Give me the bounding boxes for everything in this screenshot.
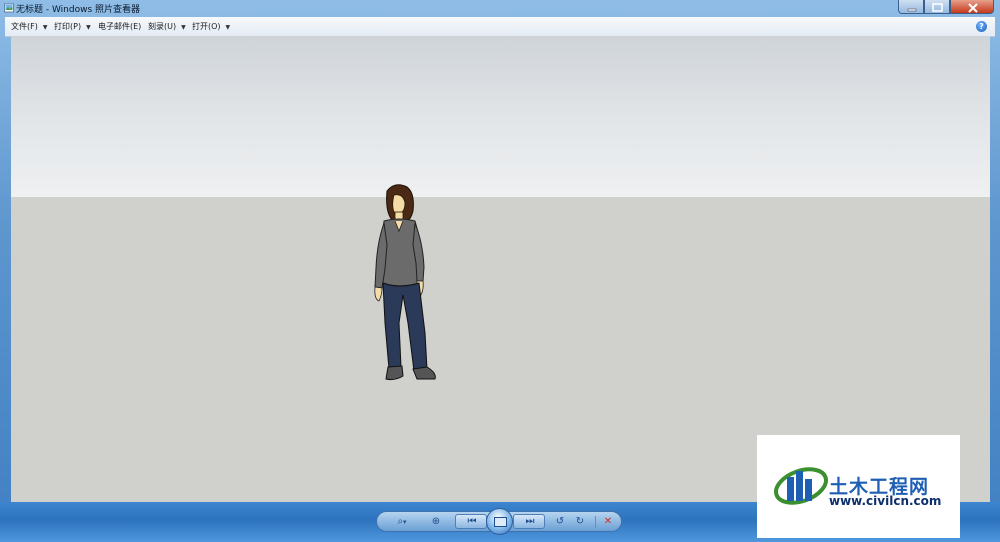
person-figure-image bbox=[374, 184, 436, 381]
menu-burn[interactable]: 刻录(U) ▼ bbox=[148, 21, 186, 32]
rotate-counterclockwise-button[interactable]: ↺ bbox=[551, 515, 569, 529]
delete-button[interactable]: ✕ bbox=[599, 515, 617, 529]
next-button[interactable]: ⏭ bbox=[513, 514, 545, 529]
rotate-ccw-icon: ↺ bbox=[555, 516, 565, 527]
previous-button[interactable]: ⏮ bbox=[455, 514, 487, 529]
control-divider bbox=[595, 516, 596, 528]
photo-viewer-window: 无标题 - Windows 照片查看器 文件(F) ▼ 打印(P) ▼ 电子邮件(E… bbox=[0, 0, 1000, 542]
title-bar[interactable]: 无标题 - Windows 照片查看器 bbox=[0, 0, 1000, 17]
menu-file[interactable]: 文件(F) ▼ bbox=[11, 21, 47, 32]
previous-icon: ⏮ bbox=[467, 516, 477, 527]
minimize-icon bbox=[907, 8, 917, 12]
next-icon: ⏭ bbox=[525, 516, 535, 527]
zoom-button[interactable]: ⌕▾ bbox=[391, 515, 413, 529]
menu-open[interactable]: 打开(O) ▼ bbox=[192, 21, 230, 32]
menu-burn-label: 刻录(U) bbox=[148, 22, 177, 31]
scene-sky bbox=[11, 36, 990, 197]
menu-open-label: 打开(O) bbox=[192, 22, 221, 31]
delete-icon: ✕ bbox=[603, 516, 613, 527]
menu-email[interactable]: 电子邮件(E) bbox=[98, 21, 141, 32]
actual-size-button[interactable]: ⊕ bbox=[427, 515, 445, 529]
civilcn-logo-icon bbox=[774, 467, 828, 505]
slideshow-icon bbox=[494, 517, 507, 527]
watermark-url: www.civilcn.com bbox=[829, 494, 942, 508]
menu-email-label: 电子邮件(E) bbox=[98, 22, 142, 31]
menu-print-label: 打印(P) bbox=[54, 22, 82, 31]
close-button[interactable] bbox=[950, 0, 994, 14]
chevron-down-icon: ▼ bbox=[181, 24, 186, 31]
civilcn-watermark: 土木工程网 www.civilcn.com bbox=[757, 435, 960, 538]
rotate-clockwise-button[interactable]: ↻ bbox=[571, 515, 589, 529]
fit-window-icon: ⊕ bbox=[431, 516, 441, 527]
menu-print[interactable]: 打印(P) ▼ bbox=[54, 21, 91, 32]
rotate-cw-icon: ↻ bbox=[575, 516, 585, 527]
image-viewport[interactable] bbox=[11, 36, 990, 502]
chevron-down-icon: ▼ bbox=[42, 24, 48, 31]
minimize-button[interactable] bbox=[898, 0, 924, 14]
menu-file-label: 文件(F) bbox=[11, 22, 38, 31]
slideshow-button[interactable] bbox=[486, 508, 513, 535]
menu-bar: 文件(F) ▼ 打印(P) ▼ 电子邮件(E) 刻录(U) ▼ 打开(O) ▼ ? bbox=[5, 17, 995, 37]
window-title: 无标题 - Windows 照片查看器 bbox=[16, 5, 141, 15]
help-icon[interactable]: ? bbox=[976, 21, 987, 32]
chevron-down-icon: ▼ bbox=[225, 24, 231, 31]
photo-viewer-app-icon bbox=[4, 3, 14, 13]
maximize-button[interactable] bbox=[924, 0, 950, 14]
chevron-down-icon: ▼ bbox=[86, 24, 91, 31]
close-icon bbox=[968, 3, 978, 13]
chevron-down-icon: ▾ bbox=[403, 518, 407, 526]
maximize-icon bbox=[932, 3, 943, 12]
